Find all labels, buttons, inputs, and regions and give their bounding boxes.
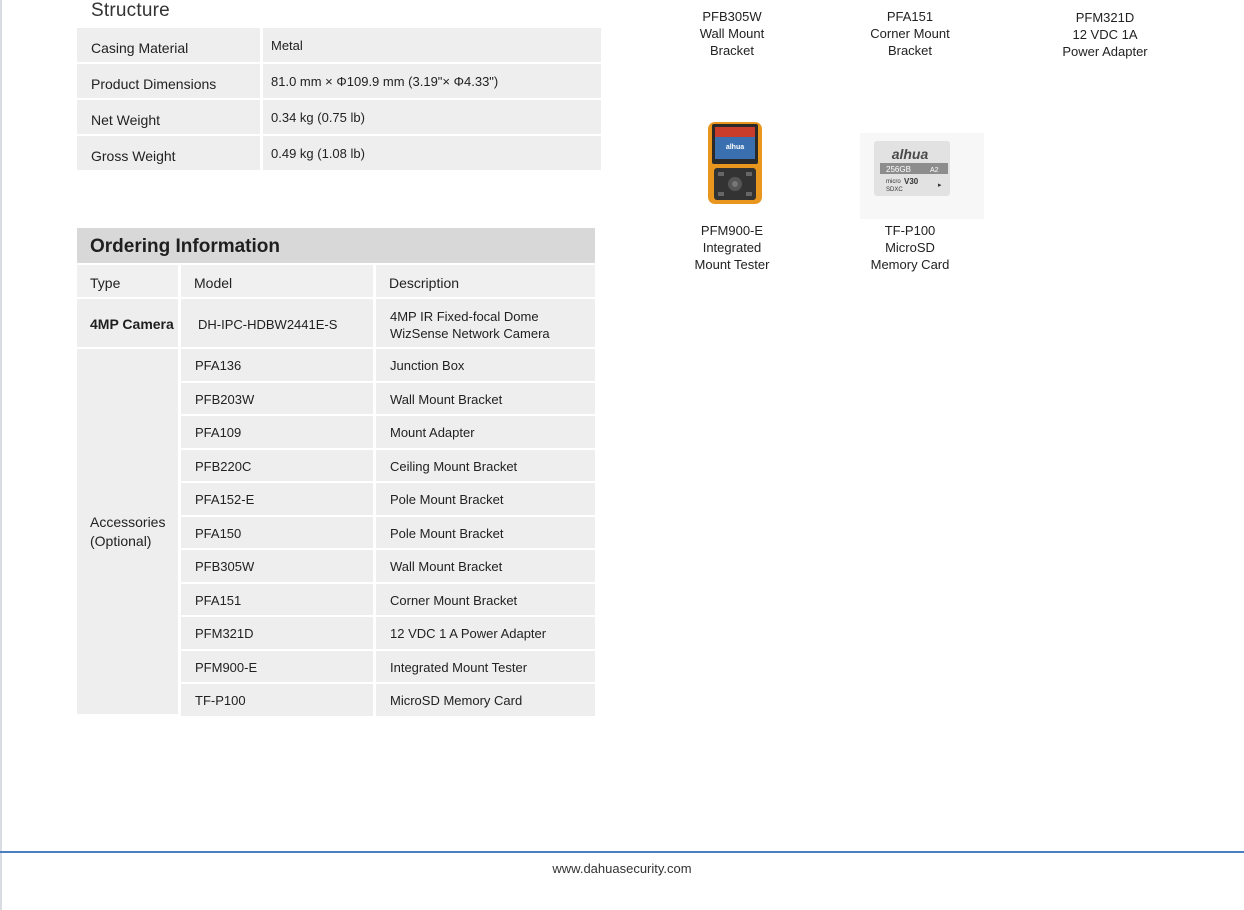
mount-tester-image: alhua — [708, 122, 762, 204]
product-model: PFB305W — [702, 9, 762, 24]
accessory-model: PFA109 — [181, 416, 373, 448]
product-name: Corner Mount — [870, 26, 950, 41]
spec-label: Product Dimensions — [77, 64, 260, 98]
accessory-description: Corner Mount Bracket — [376, 583, 595, 615]
product-caption-tfp100: TF-P100 MicroSD Memory Card — [850, 222, 970, 273]
accessory-model: PFA136 — [181, 349, 373, 381]
product-name: Wall Mount — [699, 26, 765, 41]
microsd-card-image: alhua 256GB A2 micro V30 SDXC ▸ — [860, 133, 984, 219]
page-left-border — [0, 0, 2, 910]
sd-class: A2 — [930, 167, 939, 174]
camera-type: 4MP Camera — [77, 299, 178, 347]
product-name: Bracket — [709, 43, 755, 58]
table-row: Gross Weight 0.49 kg (1.08 lb) — [77, 136, 601, 170]
product-name: Mount Tester — [694, 257, 770, 272]
accessory-description: Junction Box — [376, 349, 595, 381]
sd-micro: micro — [886, 179, 901, 185]
accessory-description: MicroSD Memory Card — [376, 684, 595, 716]
structure-table: Casing Material Metal Product Dimensions… — [77, 28, 601, 172]
footer-url: www.dahuasecurity.com — [552, 861, 692, 876]
product-model: PFM900-E — [700, 223, 764, 238]
spec-label: Net Weight — [77, 100, 260, 134]
table-header-row: Type Model Description — [77, 265, 595, 297]
accessory-description: 12 VDC 1 A Power Adapter — [376, 617, 595, 649]
table-row: PFB220C Ceiling Mount Bracket — [181, 449, 595, 481]
table-row: PFA150 Pole Mount Bracket — [181, 516, 595, 548]
camera-description-line: WizSense Network Camera — [390, 326, 550, 341]
tester-brand: alhua — [726, 144, 744, 151]
spec-value: 0.34 kg (0.75 lb) — [263, 100, 601, 134]
accessory-description: Wall Mount Bracket — [376, 550, 595, 582]
ordering-title: Ordering Information — [77, 228, 595, 263]
accessory-description: Pole Mount Bracket — [376, 516, 595, 548]
spec-value: 0.49 kg (1.08 lb) — [263, 136, 601, 170]
accessory-rows: PFA136 Junction Box PFB203W Wall Mount Bra… — [181, 349, 595, 718]
table-row: PFM321D 12 VDC 1 A Power Adapter — [181, 617, 595, 649]
accessories-group: Accessories (Optional) PFA136 Junction Bo… — [77, 349, 595, 718]
structure-title: Structure — [91, 0, 170, 21]
accessory-description: Integrated Mount Tester — [376, 650, 595, 682]
accessory-description: Wall Mount Bracket — [376, 382, 595, 414]
camera-description: 4MP IR Fixed-focal Dome WizSense Network… — [376, 299, 595, 347]
footer-divider — [0, 851, 1244, 853]
col-header-description: Description — [376, 265, 595, 297]
product-name: MicroSD — [885, 240, 935, 255]
table-row-camera: 4MP Camera DH-IPC-HDBW2441E-S 4MP IR Fix… — [77, 299, 595, 347]
product-name: Power Adapter — [1062, 44, 1148, 59]
accessory-model: PFM900-E — [181, 650, 373, 682]
table-row: PFB305W Wall Mount Bracket — [181, 550, 595, 582]
spec-label: Gross Weight — [77, 136, 260, 170]
accessory-description: Ceiling Mount Bracket — [376, 449, 595, 481]
product-caption-pfa151: PFA151 Corner Mount Bracket — [850, 8, 970, 59]
table-row: Net Weight 0.34 kg (0.75 lb) — [77, 100, 601, 134]
accessory-description: Pole Mount Bracket — [376, 483, 595, 515]
sd-brand: alhua — [892, 146, 929, 162]
accessory-model: PFB220C — [181, 449, 373, 481]
col-header-type: Type — [77, 265, 178, 297]
accessories-type-cell: Accessories (Optional) — [77, 349, 178, 714]
sd-arrow-icon: ▸ — [938, 181, 942, 189]
table-row: TF-P100 MicroSD Memory Card — [181, 684, 595, 716]
table-row: PFM900-E Integrated Mount Tester — [181, 650, 595, 682]
table-row: PFA109 Mount Adapter — [181, 416, 595, 448]
table-row: Casing Material Metal — [77, 28, 601, 62]
product-caption-pfb305w: PFB305W Wall Mount Bracket — [672, 8, 792, 59]
accessory-model: PFA151 — [181, 583, 373, 615]
table-row: PFA136 Junction Box — [181, 349, 595, 381]
accessory-model: PFB305W — [181, 550, 373, 582]
camera-model: DH-IPC-HDBW2441E-S — [181, 299, 373, 347]
spec-label: Casing Material — [77, 28, 260, 62]
product-name: Memory Card — [870, 257, 950, 272]
accessories-label: Accessories — [90, 513, 166, 530]
spec-value: 81.0 mm × Φ109.9 mm (3.19"× Φ4.33") — [263, 64, 601, 98]
ordering-table: Type Model Description 4MP Camera DH-IPC… — [77, 265, 595, 718]
product-model: TF-P100 — [884, 223, 936, 238]
table-row: PFA151 Corner Mount Bracket — [181, 583, 595, 615]
sd-sdxc: SDXC — [886, 187, 903, 193]
product-name: Integrated — [702, 240, 762, 255]
table-row: PFB203W Wall Mount Bracket — [181, 382, 595, 414]
sd-speed: V30 — [904, 177, 919, 186]
spec-value: Metal — [263, 28, 601, 62]
accessory-model: PFA152-E — [181, 483, 373, 515]
camera-description-line: 4MP IR Fixed-focal Dome — [390, 309, 539, 324]
product-caption-pfm321d: PFM321D 12 VDC 1A Power Adapter — [1045, 9, 1165, 60]
product-model: PFA151 — [886, 9, 934, 24]
accessories-label: (Optional) — [90, 532, 152, 549]
accessory-model: TF-P100 — [181, 684, 373, 716]
accessory-model: PFM321D — [181, 617, 373, 649]
table-row: Product Dimensions 81.0 mm × Φ109.9 mm (… — [77, 64, 601, 98]
accessory-model: PFA150 — [181, 516, 373, 548]
table-row: PFA152-E Pole Mount Bracket — [181, 483, 595, 515]
product-caption-pfm900e: PFM900-E Integrated Mount Tester — [672, 222, 792, 273]
product-model: PFM321D — [1075, 10, 1135, 25]
accessory-model: PFB203W — [181, 382, 373, 414]
col-header-model: Model — [181, 265, 373, 297]
product-name: Bracket — [887, 43, 933, 58]
sd-capacity: 256GB — [886, 165, 911, 174]
accessory-description: Mount Adapter — [376, 416, 595, 448]
product-name: 12 VDC 1A — [1072, 27, 1138, 42]
